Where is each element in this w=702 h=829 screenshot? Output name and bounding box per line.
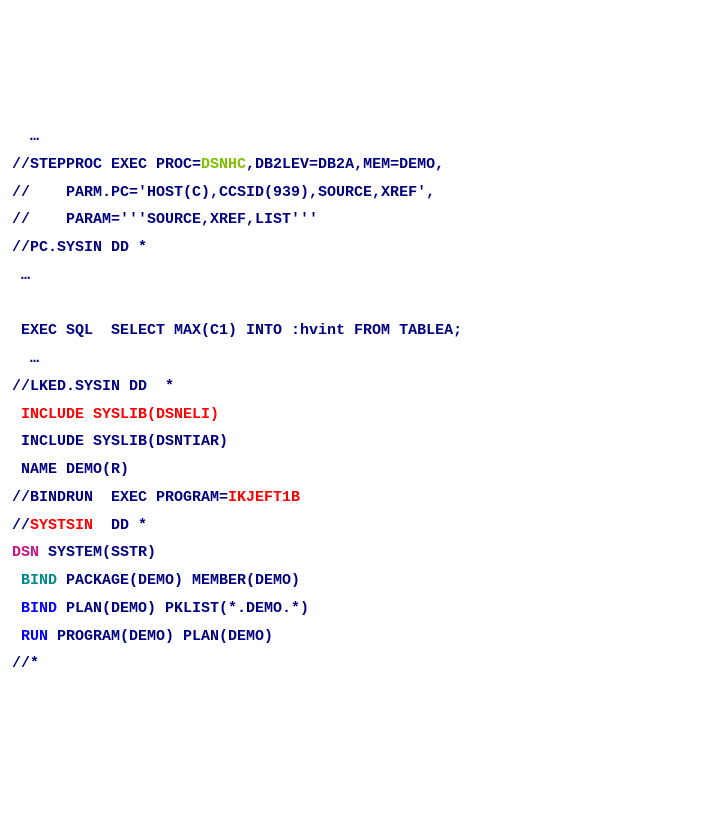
- code-line-include-dsneli: INCLUDE SYSLIB(DSNELI): [12, 401, 690, 429]
- code-line-blank: [12, 290, 690, 318]
- text-segment-bind: BIND: [12, 572, 57, 589]
- text-segment: //STEPPROC EXEC PROC=: [12, 156, 201, 173]
- code-line-ellipsis-top: …: [12, 123, 690, 151]
- text-segment-program: IKJEFT1B: [228, 489, 300, 506]
- code-line-dsn: DSN SYSTEM(SSTR): [12, 539, 690, 567]
- text-segment-run: RUN: [12, 628, 48, 645]
- text-segment: PROGRAM(DEMO) PLAN(DEMO): [48, 628, 273, 645]
- text-segment-bind: BIND: [12, 600, 57, 617]
- text-segment: SYSTEM(SSTR): [39, 544, 156, 561]
- code-line-parm: // PARM.PC='HOST(C),CCSID(939),SOURCE,XR…: [12, 179, 690, 207]
- code-line-execsql: EXEC SQL SELECT MAX(C1) INTO :hvint FROM…: [12, 317, 690, 345]
- code-line-pcsysin: //PC.SYSIN DD *: [12, 234, 690, 262]
- code-line-ellipsis-mid2: …: [12, 345, 690, 373]
- code-line-bind-plan: BIND PLAN(DEMO) PKLIST(*.DEMO.*): [12, 595, 690, 623]
- text-segment: ,DB2LEV=DB2A,MEM=DEMO,: [246, 156, 444, 173]
- text-segment: DD *: [93, 517, 147, 534]
- code-line-ellipsis-mid1: …: [12, 262, 690, 290]
- code-line-include-dsntiar: INCLUDE SYSLIB(DSNTIAR): [12, 428, 690, 456]
- code-line-run: RUN PROGRAM(DEMO) PLAN(DEMO): [12, 623, 690, 651]
- text-segment: //: [12, 517, 30, 534]
- code-line-terminator: //*: [12, 650, 690, 678]
- code-line-bindrun: //BINDRUN EXEC PROGRAM=IKJEFT1B: [12, 484, 690, 512]
- text-segment: PACKAGE(DEMO) MEMBER(DEMO): [57, 572, 300, 589]
- code-line-lkedsysin: //LKED.SYSIN DD *: [12, 373, 690, 401]
- text-segment: PLAN(DEMO) PKLIST(*.DEMO.*): [57, 600, 309, 617]
- text-segment-syststsin: SYSTSIN: [30, 517, 93, 534]
- text-segment: //BINDRUN EXEC PROGRAM=: [12, 489, 228, 506]
- text-segment-procname: DSNHC: [201, 156, 246, 173]
- code-line-name-demo: NAME DEMO(R): [12, 456, 690, 484]
- text-segment-dsn: DSN: [12, 544, 39, 561]
- code-line-param: // PARAM='''SOURCE,XREF,LIST''': [12, 206, 690, 234]
- code-line-stepproc: //STEPPROC EXEC PROC=DSNHC,DB2LEV=DB2A,M…: [12, 151, 690, 179]
- code-line-syststsin: //SYSTSIN DD *: [12, 512, 690, 540]
- code-line-bind-package: BIND PACKAGE(DEMO) MEMBER(DEMO): [12, 567, 690, 595]
